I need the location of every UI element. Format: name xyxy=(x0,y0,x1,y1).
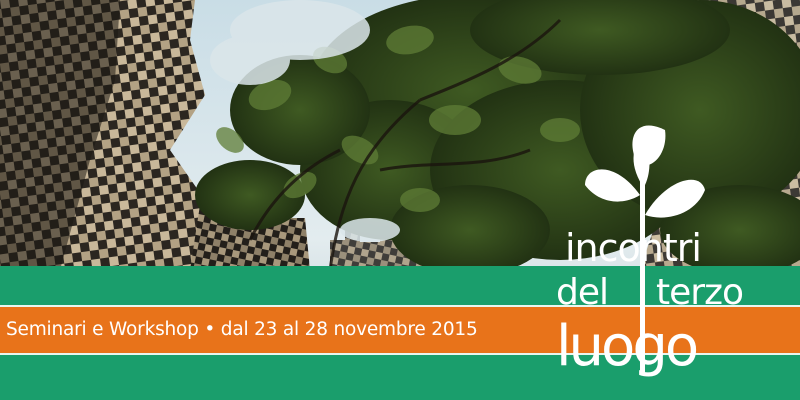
bottom-green-band xyxy=(0,353,800,400)
event-banner: Seminari e Workshop • dal 23 al 28 novem… xyxy=(0,0,800,400)
top-green-band xyxy=(0,266,800,307)
divider-line xyxy=(0,305,800,307)
event-tagline: Seminari e Workshop • dal 23 al 28 novem… xyxy=(6,319,478,340)
divider-line xyxy=(0,353,800,355)
